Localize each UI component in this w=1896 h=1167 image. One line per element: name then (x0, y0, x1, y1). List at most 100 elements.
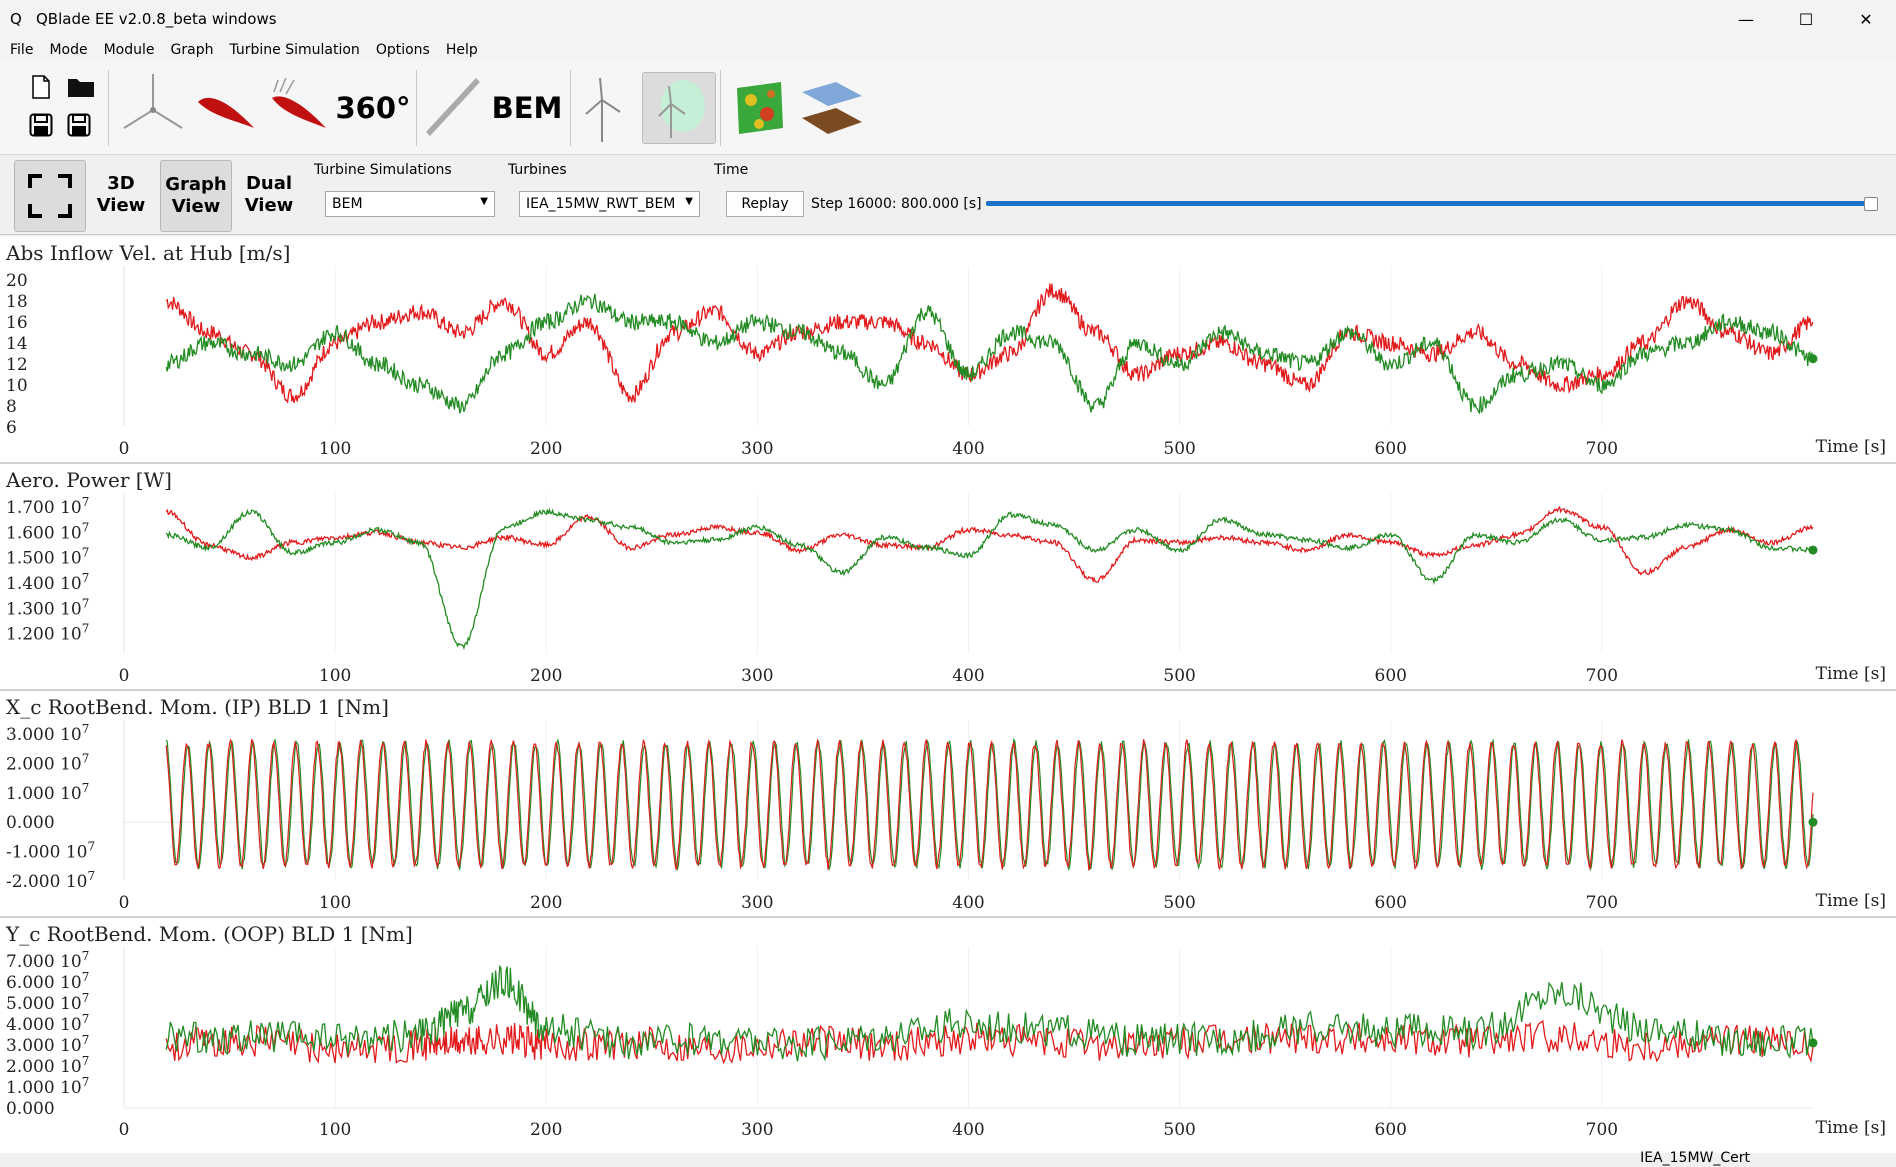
chart-ip-root-bending: 0 100 200 300 400 500 600 700 Time [s] -2.000 107… (6, 720, 1886, 913)
close-button[interactable]: ✕ (1836, 0, 1896, 38)
title-bar: Q QBlade EE v2.0.8_beta windows — ☐ ✕ (0, 0, 1896, 38)
chart-oop-root-bending: 0 100 200 300 400 500 600 700 Time [s] 0.0001.000… (6, 947, 1886, 1140)
graph-title: Aero. Power [W] (6, 468, 172, 492)
environment-button[interactable] (796, 70, 866, 146)
open-folder-icon (68, 79, 94, 97)
menu-graph[interactable]: Graph (165, 42, 220, 58)
y-tick-label: 8 (6, 397, 17, 417)
time-slider-handle[interactable] (1864, 197, 1878, 211)
minimize-button[interactable]: — (1716, 0, 1776, 38)
maximize-button[interactable]: ☐ (1776, 0, 1836, 38)
bem-module-button[interactable]: BEM (490, 70, 564, 146)
x-tick-label: 500 (1163, 1120, 1195, 1140)
x-tick-label: 700 (1586, 439, 1618, 459)
airfoil-design-button[interactable] (194, 70, 258, 146)
new-project-button[interactable] (28, 74, 54, 100)
fullscreen-button[interactable] (14, 160, 86, 232)
turbine-definition-button[interactable] (576, 70, 628, 146)
close-icon: ✕ (1859, 9, 1873, 29)
x-tick-label: 0 (119, 439, 130, 459)
save-icon (29, 113, 53, 137)
turbines-label: Turbines (508, 162, 567, 178)
time-slider[interactable] (986, 201, 1876, 206)
open-project-button[interactable] (66, 74, 96, 100)
time-step-readout: Step 16000: 800.000 [s] (811, 196, 982, 212)
menu-help[interactable]: Help (440, 42, 484, 58)
bem-label: BEM (491, 91, 563, 125)
polar-360-button[interactable]: 360° (335, 70, 411, 146)
chart-inflow-velocity: 0 100 200 300 400 500 600 700 Time [s] 6810121416… (6, 266, 1886, 459)
x-tick-label: 500 (1163, 893, 1195, 913)
wind-turbine-icon (585, 77, 621, 142)
airfoil-icon (198, 97, 254, 128)
x-tick-label: 200 (530, 893, 562, 913)
x-tick-label: 200 (530, 1120, 562, 1140)
x-tick-label: 300 (741, 893, 773, 913)
x-tick-label: 700 (1586, 1120, 1618, 1140)
y-tick-label: 2.000 107 (6, 1054, 89, 1077)
series-line-green (165, 964, 1814, 1062)
menu-turbine-simulation[interactable]: Turbine Simulation (223, 42, 365, 58)
status-project-name: IEA_15MW_Cert (1640, 1150, 1750, 1166)
x-tick-label: 100 (319, 1120, 351, 1140)
graph-area: 0 100 200 300 400 500 600 700 Time [s] 6 8 10 12 14 16… (0, 236, 1896, 1153)
save-as-button[interactable] (66, 112, 92, 138)
x-axis-label: Time [s] (1816, 891, 1886, 911)
current-time-marker (1808, 354, 1818, 364)
current-time-marker (1808, 1038, 1818, 1048)
polar-360-label: 360° (335, 91, 411, 125)
x-tick-label: 0 (119, 1120, 130, 1140)
menu-file[interactable]: File (4, 42, 39, 58)
windfield-icon (737, 82, 783, 134)
y-tick-label: 0.000 (6, 813, 55, 833)
y-tick-label: 1.000 107 (6, 781, 89, 804)
status-bar: IEA_15MW_Cert (0, 1150, 1896, 1167)
replay-button[interactable]: Replay (726, 191, 804, 217)
menu-module[interactable]: Module (98, 42, 161, 58)
rotor-icon (123, 74, 183, 129)
polar-analysis-button[interactable] (264, 70, 330, 146)
x-axis-label: Time [s] (1816, 437, 1886, 457)
y-tick-label: 1.600 107 (6, 520, 89, 543)
x-tick-label: 500 (1163, 666, 1195, 686)
x-tick-label: 100 (319, 439, 351, 459)
x-tick-label: 400 (952, 893, 984, 913)
x-tick-label: 600 (1375, 666, 1407, 686)
save-project-button[interactable] (28, 112, 54, 138)
x-tick-label: 700 (1586, 893, 1618, 913)
y-tick-label: 1.400 107 (6, 571, 89, 594)
y-tick-label: 1.300 107 (6, 596, 89, 619)
blade-design-button[interactable] (118, 70, 188, 146)
graph-inflow-velocity[interactable]: 0 100 200 300 400 500 600 700 Time [s] 6 8 10 12 14 16… (0, 236, 1896, 464)
windfield-button[interactable] (728, 70, 790, 146)
y-tick-label: 18 (6, 292, 28, 312)
turbine-simulation-icon (658, 80, 705, 138)
current-time-marker (1808, 545, 1818, 555)
turbine-simulations-select[interactable]: BEM ▼ (325, 191, 495, 217)
x-tick-label: 600 (1375, 439, 1407, 459)
graph-aero-power[interactable]: 0 100 200 300 400 500 600 700 Time [s] 1.200 107 1… (0, 463, 1896, 691)
turbine-simulation-button[interactable] (642, 72, 716, 144)
y-tick-label: 16 (6, 313, 28, 333)
graph-oop-root-bending[interactable]: 0 100 200 300 400 500 600 700 Time [s] 0.000 1.000… (0, 917, 1896, 1143)
y-tick-label: -1.000 107 (6, 840, 95, 863)
y-tick-label: 10 (6, 376, 28, 396)
y-tick-label: 2.000 107 (6, 751, 89, 774)
minimize-icon: — (1738, 9, 1754, 29)
blade-button[interactable] (420, 70, 484, 146)
x-tick-label: 300 (741, 666, 773, 686)
x-tick-label: 100 (319, 666, 351, 686)
view-3d-button[interactable]: 3D View (86, 160, 156, 230)
turbines-value: IEA_15MW_RWT_BEM (526, 196, 676, 212)
menu-options[interactable]: Options (370, 42, 436, 58)
environment-icon (802, 82, 862, 134)
view-graph-button[interactable]: Graph View (160, 160, 232, 232)
chevron-down-icon: ▼ (685, 196, 693, 207)
graph-ip-root-bending[interactable]: 0 100 200 300 400 500 600 700 Time [s] -2.000 107… (0, 690, 1896, 918)
turbines-select[interactable]: IEA_15MW_RWT_BEM ▼ (519, 191, 700, 217)
menu-mode[interactable]: Mode (43, 42, 93, 58)
x-tick-label: 0 (119, 893, 130, 913)
x-tick-label: 700 (1586, 666, 1618, 686)
y-tick-label: 12 (6, 355, 28, 375)
view-dual-button[interactable]: Dual View (234, 160, 304, 230)
